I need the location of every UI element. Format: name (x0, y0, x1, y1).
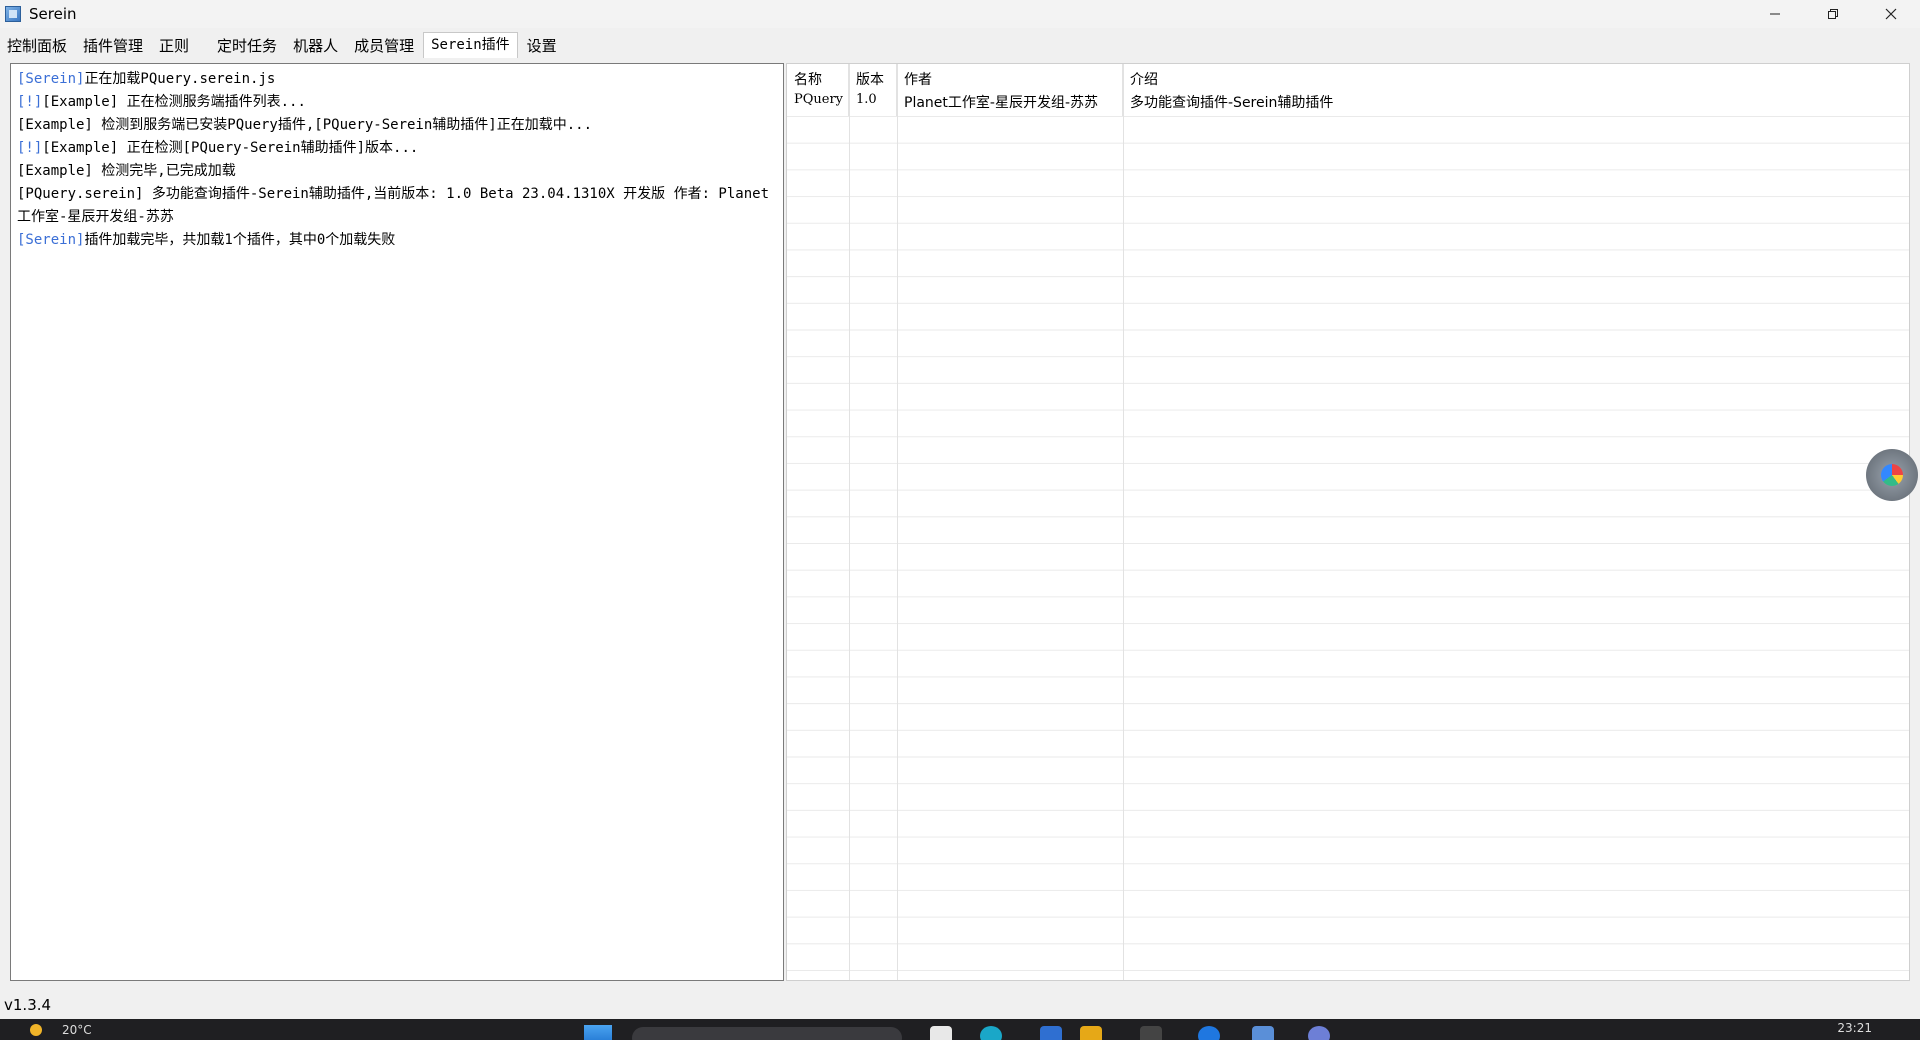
log-tag: [Serein] (17, 71, 85, 87)
tab-scheduled-tasks[interactable]: 定时任务 (210, 34, 284, 58)
app-icon[interactable] (1080, 1026, 1102, 1040)
table-row[interactable]: PQuery 1.0 Planet工作室-星辰开发组-苏苏 多功能查询插件-Se… (787, 90, 1909, 116)
search-box[interactable] (632, 1027, 902, 1040)
tab-settings[interactable]: 设置 (520, 34, 564, 58)
table-row-lines (787, 116, 1909, 980)
cell-version: 1.0 (849, 90, 897, 116)
window-title: Serein (29, 5, 77, 23)
log-line: [Serein]插件加载完毕，共加载1个插件，其中0个加载失败 (17, 229, 777, 252)
restore-icon (1828, 9, 1838, 19)
app-icon[interactable] (1040, 1026, 1062, 1040)
log-text: [Example] 正在检测[PQuery-Serein辅助插件]版本... (42, 140, 419, 156)
app-icon[interactable] (1252, 1026, 1274, 1040)
close-button[interactable] (1862, 0, 1920, 28)
restore-button[interactable] (1804, 0, 1862, 28)
log-text: [Example] 检测完毕,已完成加载 (17, 163, 236, 179)
serein-app-icon (5, 6, 21, 22)
cell-name: PQuery (787, 90, 849, 116)
app-icon[interactable] (1308, 1026, 1330, 1040)
cell-author: Planet工作室-星辰开发组-苏苏 (897, 90, 1123, 116)
log-line: [!][Example] 正在检测[PQuery-Serein辅助插件]版本..… (17, 137, 777, 160)
start-icon[interactable] (584, 1025, 612, 1040)
minimize-icon (1770, 13, 1780, 15)
tab-regex[interactable]: 正则 (152, 34, 196, 58)
title-bar: Serein (0, 0, 1920, 28)
log-text: [Example] 检测到服务端已安装PQuery插件,[PQuery-Sere… (17, 117, 593, 133)
app-icon[interactable] (930, 1026, 952, 1040)
assistant-orb-icon (1881, 464, 1903, 486)
weather-sun-icon (30, 1024, 42, 1036)
version-label: v1.3.4 (4, 996, 52, 1014)
log-line: [!][Example] 正在检测服务端插件列表... (17, 91, 777, 114)
tab-plugin-management[interactable]: 插件管理 (76, 34, 150, 58)
log-tag: [Serein] (17, 232, 85, 248)
floating-assistant-button[interactable] (1866, 449, 1918, 501)
cell-description: 多功能查询插件-Serein辅助插件 (1130, 95, 1334, 111)
tab-control-panel[interactable]: 控制面板 (0, 34, 74, 58)
taskbar-clock[interactable]: 23:21 (1837, 1021, 1872, 1035)
table-header: 名称 版本 作者 介绍 (787, 64, 1909, 90)
log-line: [Example] 检测到服务端已安装PQuery插件,[PQuery-Sere… (17, 114, 777, 137)
log-line: [Example] 检测完毕,已完成加载 (17, 160, 777, 183)
minimize-button[interactable] (1746, 0, 1804, 28)
weather-temp: 20°C (62, 1023, 92, 1037)
tab-serein-plugins[interactable]: Serein插件 (423, 32, 518, 58)
os-taskbar: 20°C 23:21 (0, 1019, 1920, 1040)
log-text: [Example] 正在检测服务端插件列表... (42, 94, 306, 110)
tab-member-management[interactable]: 成员管理 (347, 34, 421, 58)
close-icon (1885, 8, 1897, 20)
log-tag: [!] (17, 94, 43, 110)
app-icon[interactable] (1140, 1026, 1162, 1040)
log-tag: [!] (17, 140, 43, 156)
plugin-list-table: 名称 版本 作者 介绍 PQuery 1.0 Planet工作室-星辰开发组-苏… (786, 63, 1910, 981)
weather-widget[interactable]: 20°C (30, 1023, 92, 1037)
tab-bar: 控制面板 插件管理 正则 定时任务 机器人 成员管理 Serein插件 设置 (0, 32, 566, 58)
log-line: [PQuery.serein] 多功能查询插件-Serein辅助插件,当前版本:… (17, 183, 777, 229)
window-controls (1746, 0, 1920, 28)
app-icon[interactable] (1198, 1026, 1220, 1040)
log-text: [PQuery.serein] 多功能查询插件-Serein辅助插件,当前版本:… (17, 186, 770, 225)
log-text: 正在加载PQuery.serein.js (84, 71, 276, 87)
tab-bot[interactable]: 机器人 (286, 34, 345, 58)
plugin-console[interactable]: [Serein]正在加载PQuery.serein.js [!][Example… (10, 63, 784, 981)
app-icon[interactable] (980, 1026, 1002, 1040)
column-header-version[interactable]: 版本 (849, 64, 897, 90)
log-text: 插件加载完毕，共加载1个插件，其中0个加载失败 (84, 232, 396, 248)
column-header-author[interactable]: 作者 (897, 64, 1123, 90)
column-header-name[interactable]: 名称 (787, 64, 849, 90)
column-header-description[interactable]: 介绍 (1123, 64, 1909, 90)
log-line: [Serein]正在加载PQuery.serein.js (17, 68, 777, 91)
status-bar: v1.3.4 (0, 993, 1920, 1017)
